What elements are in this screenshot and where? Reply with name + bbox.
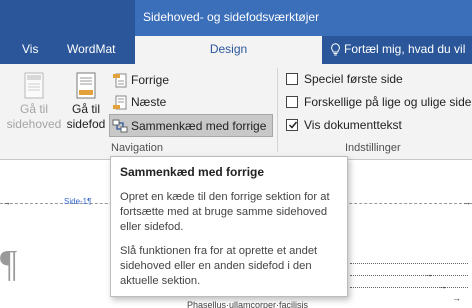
tab-arrow-icon: → — [462, 197, 471, 207]
checkbox-box[interactable] — [286, 73, 298, 85]
previous-icon — [113, 73, 127, 88]
tab-arrow-icon: → — [452, 293, 461, 303]
goto-footer-button[interactable]: Gå til sidefod — [58, 72, 114, 132]
next-label: Næste — [131, 95, 167, 109]
tab-design[interactable]: Design — [135, 36, 322, 64]
ribbon-panel: Gå til sidehoved Gå til sidefod Forrige — [0, 64, 472, 160]
goto-header-button[interactable]: Gå til sidehoved — [6, 72, 62, 132]
checkmark-icon — [288, 121, 298, 129]
link-to-previous-button[interactable]: Sammenkæd med forrige — [109, 114, 273, 137]
document-body-text: Phasellus·ullamcorper·facilisis — [187, 300, 309, 308]
tab-leader-line — [350, 287, 468, 288]
tab-leader-line — [350, 275, 468, 276]
group-separator — [277, 68, 278, 152]
checkbox-label: Vis dokumenttekst — [304, 118, 402, 132]
tab-arrow-icon: → — [424, 269, 433, 279]
header-page-label: Side-1¶ — [64, 197, 92, 206]
goto-footer-label-2: sidefod — [66, 117, 106, 131]
link-icon — [112, 119, 128, 133]
tooltip-paragraph-2: Slå funktionen fra for at oprette et and… — [120, 245, 318, 287]
page-header-icon — [24, 72, 44, 99]
previous-section-button[interactable]: Forrige — [112, 70, 192, 90]
group-label-navigation: Navigation — [111, 142, 163, 154]
tooltip-link-to-previous: Sammenkæd med forrige Opret en kæde til … — [110, 156, 348, 297]
link-to-previous-label: Sammenkæd med forrige — [131, 119, 267, 133]
goto-header-label-2: sidehoved — [6, 117, 62, 131]
tell-me-label: Fortæl mig, hvad du vil — [344, 42, 466, 56]
tooltip-title: Sammenkæd med forrige — [120, 165, 265, 179]
tab-leader-line — [350, 263, 468, 264]
lightbulb-icon — [331, 43, 340, 56]
tooltip-body: Opret en kæde til den forrige sektion fo… — [120, 190, 338, 289]
checkbox-box[interactable] — [286, 119, 298, 131]
pilcrow-icon: ¶ — [0, 243, 18, 285]
goto-header-label-1: Gå til — [19, 102, 48, 116]
next-section-button[interactable]: Næste — [112, 92, 192, 112]
tab-arrow-icon: → — [2, 197, 11, 207]
tab-arrow-icon: → — [438, 281, 447, 291]
ribbon-tab-row: Vis WordMat Design Fortæl mig, hvad du v… — [0, 36, 472, 64]
tab-vis[interactable]: Vis — [22, 36, 38, 64]
tooltip-paragraph-1: Opret en kæde til den forrige sektion fo… — [120, 191, 330, 233]
tab-wordmat[interactable]: WordMat — [67, 36, 115, 64]
previous-label: Forrige — [131, 73, 170, 87]
tell-me-search[interactable]: Fortæl mig, hvad du vil — [330, 36, 472, 64]
next-icon — [113, 95, 127, 110]
checkbox-box[interactable] — [286, 96, 298, 108]
checkbox-label: Forskellige på lige og ulige sider — [304, 95, 472, 109]
page-footer-icon — [76, 72, 96, 99]
group-label-settings: Indstillinger — [345, 142, 401, 154]
goto-footer-label-1: Gå til — [71, 102, 100, 116]
context-tab-header: Sidehoved- og sidefodsværktøjer — [135, 0, 472, 36]
checkbox-label: Speciel første side — [304, 72, 403, 86]
